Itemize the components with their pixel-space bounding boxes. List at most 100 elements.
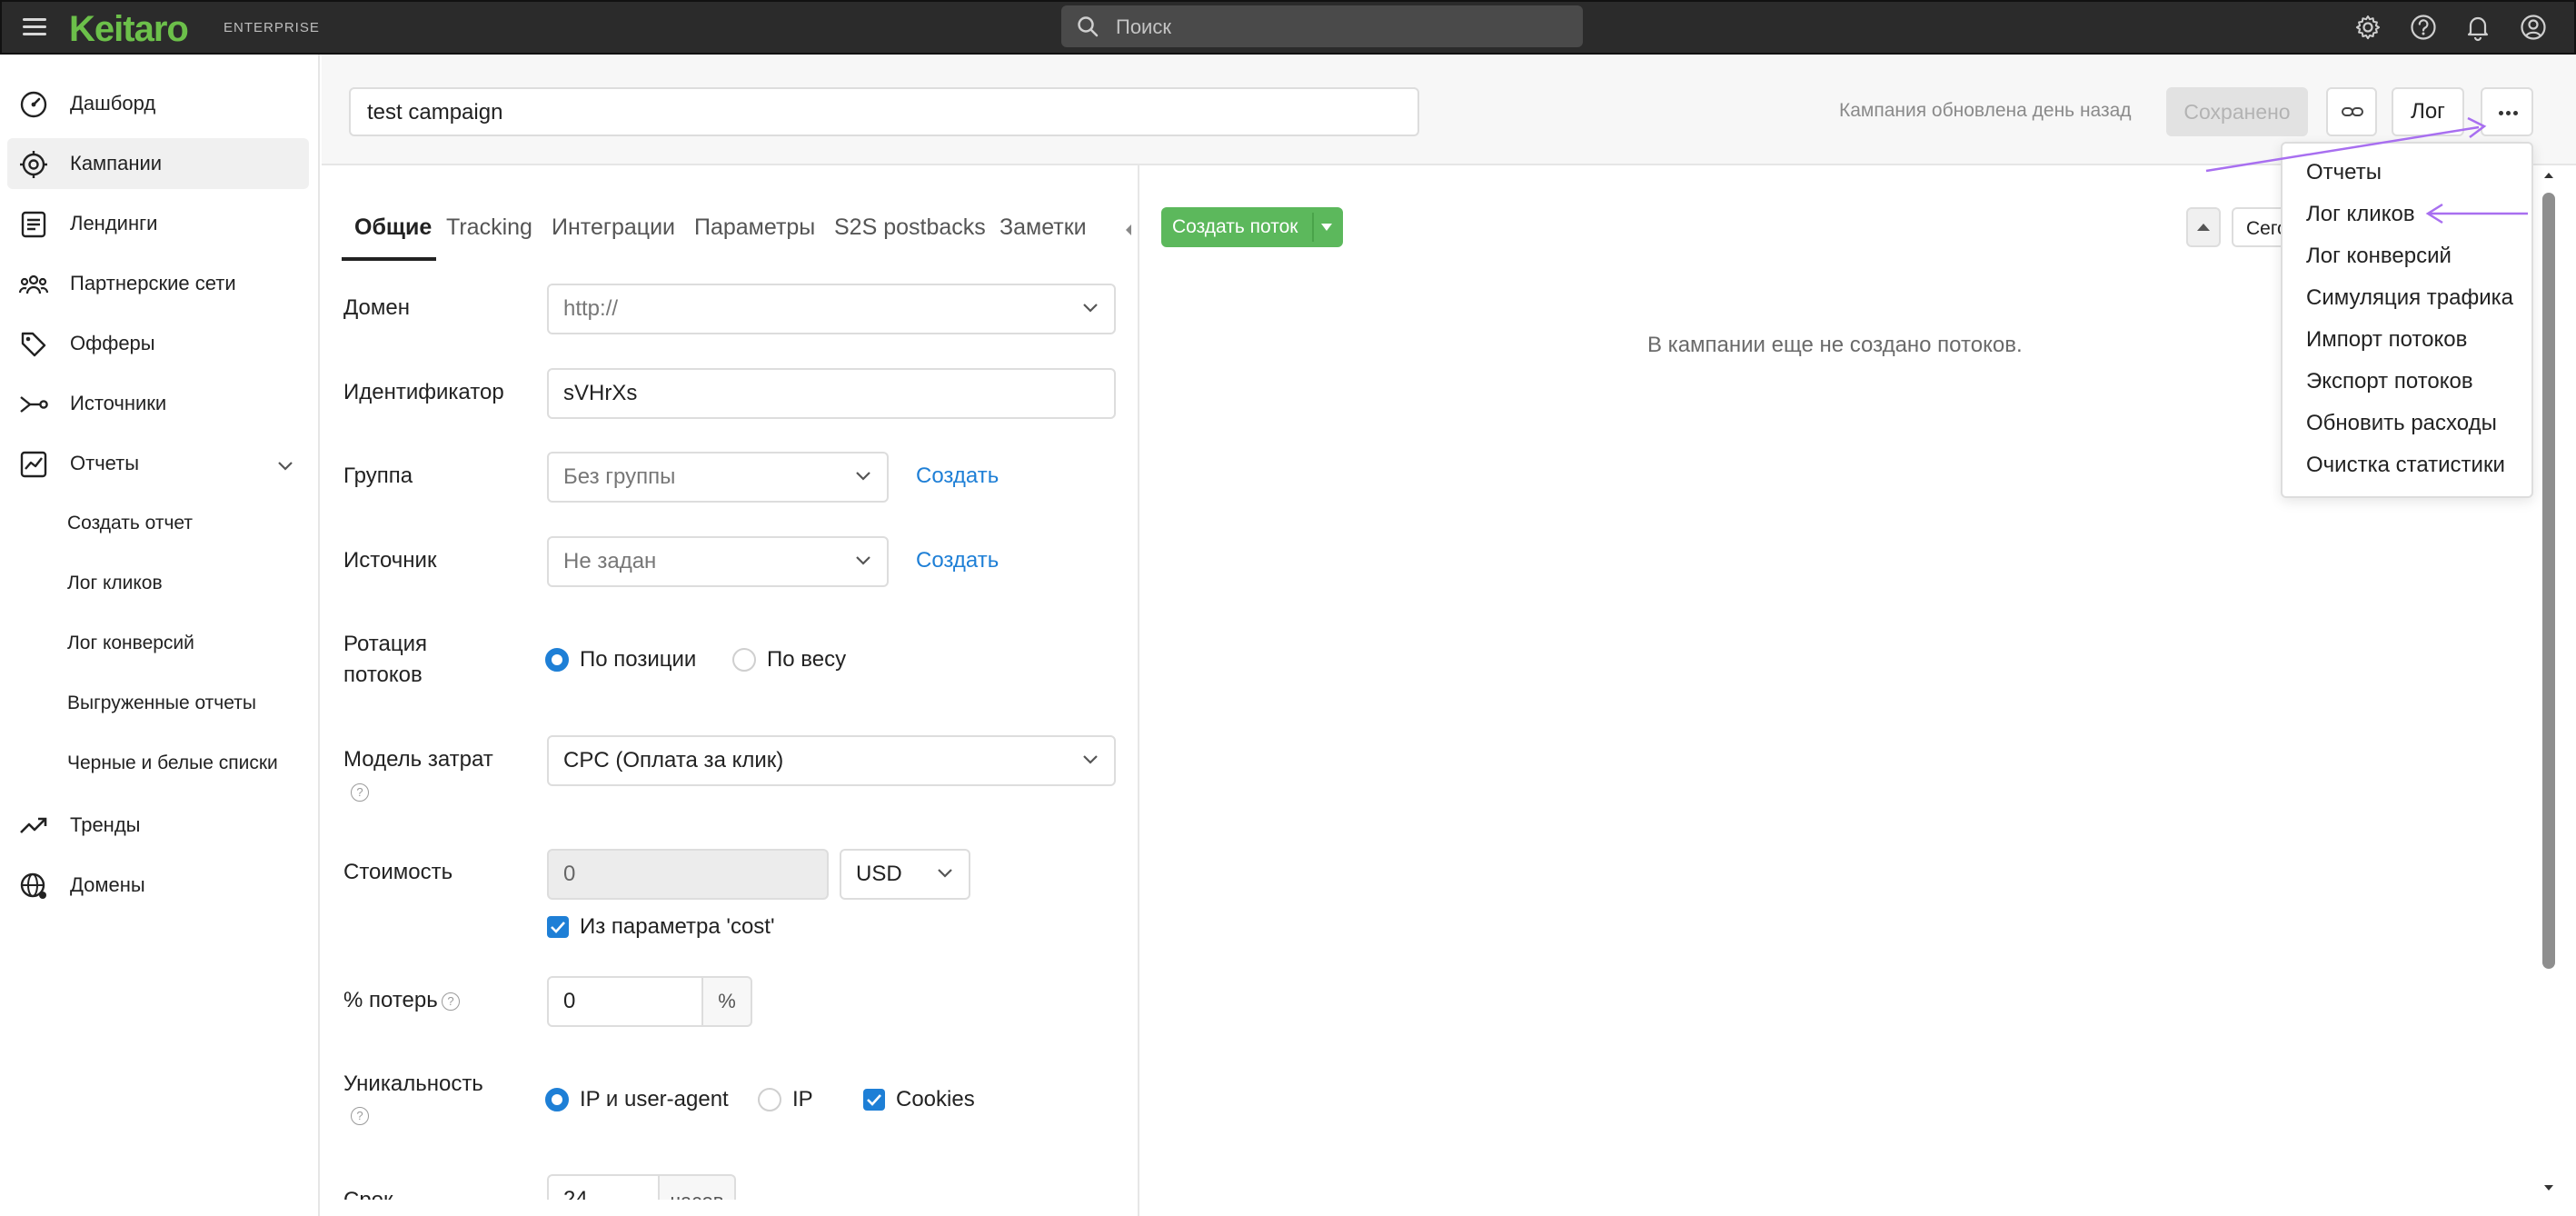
sidebar-subitem-click-log[interactable]: Лог кликов	[67, 573, 163, 594]
menu-item-traffic-simulation[interactable]: Симуляция трафика	[2306, 285, 2513, 311]
sidebar-item-landings[interactable]: Лендинги	[7, 198, 309, 249]
sidebar-item-trends[interactable]: Тренды	[7, 800, 309, 851]
copy-link-button[interactable]	[2326, 87, 2377, 136]
tab-tracking[interactable]: Tracking	[446, 214, 532, 241]
collapse-button[interactable]	[2186, 207, 2221, 247]
menu-item-conversion-log[interactable]: Лог конверсий	[2306, 244, 2452, 269]
cost-label: Стоимость	[343, 860, 453, 884]
cost-from-param-checkbox[interactable]	[547, 916, 569, 938]
menu-item-update-costs[interactable]: Обновить расходы	[2306, 411, 2497, 436]
partners-icon	[18, 274, 49, 294]
uniqueness-help-icon[interactable]: ?	[351, 1107, 369, 1125]
sidebar-item-campaigns[interactable]: Кампании	[7, 138, 309, 189]
sidebar-item-offers[interactable]: Офферы	[7, 318, 309, 369]
more-actions-button[interactable]	[2481, 87, 2533, 136]
help-icon[interactable]	[2409, 13, 2438, 42]
sidebar-item-label: Офферы	[70, 332, 155, 354]
sidebar-item-reports[interactable]: Отчеты	[7, 438, 309, 489]
link-icon	[2342, 107, 2363, 116]
sidebar-subitem-conversion-log[interactable]: Лог конверсий	[67, 633, 194, 654]
currency-select[interactable]: USD	[840, 849, 970, 900]
rotation-position-radio[interactable]	[545, 648, 569, 672]
search-icon	[1078, 16, 1099, 37]
uniqueness-ip-radio[interactable]	[758, 1088, 781, 1111]
chevron-down-icon	[1083, 304, 1098, 313]
settings-gear-icon[interactable]	[2353, 13, 2382, 42]
menu-item-clear-stats[interactable]: Очистка статистики	[2306, 453, 2505, 478]
term-input[interactable]: 24	[547, 1174, 660, 1200]
log-button[interactable]: Лог	[2392, 87, 2464, 136]
create-source-link[interactable]: Создать	[916, 548, 999, 573]
group-select[interactable]: Без группы	[547, 452, 889, 503]
source-select[interactable]: Не задан	[547, 536, 889, 587]
identifier-input[interactable]: sVHrXs	[547, 368, 1116, 419]
tab-s2s-postbacks[interactable]: S2S postbacks	[834, 214, 986, 241]
sidebar-item-label: Тренды	[70, 813, 141, 836]
term-unit-addon: часов	[660, 1174, 736, 1200]
menu-item-reports[interactable]: Отчеты	[2306, 160, 2382, 185]
caret-down-icon[interactable]	[1321, 224, 1332, 231]
menu-item-click-log[interactable]: Лог кликов	[2306, 202, 2415, 227]
uniqueness-ip-ua-radio[interactable]	[545, 1088, 569, 1111]
sidebar-item-dashboard[interactable]: Дашборд	[7, 78, 309, 129]
chevron-down-icon	[856, 472, 870, 481]
target-icon	[20, 151, 47, 178]
sidebar-subitem-black-white-lists[interactable]: Черные и белые списки	[67, 753, 278, 774]
more-actions-menu: Отчеты Лог кликов Лог конверсий Симуляци…	[2281, 142, 2533, 498]
menu-burger-icon[interactable]	[20, 13, 49, 42]
cost-input[interactable]: 0	[547, 849, 829, 900]
empty-flows-message: В кампании еще не создано потоков.	[1647, 333, 2023, 357]
top-bar: Keitaro ENTERPRISE Поиск	[0, 0, 2576, 55]
rotation-label: Ротация потоков	[343, 632, 427, 687]
saved-button[interactable]: Сохранено	[2166, 87, 2308, 136]
user-account-icon[interactable]	[2519, 13, 2548, 42]
scroll-up-icon[interactable]	[2542, 169, 2555, 182]
scroll-down-icon[interactable]	[2542, 1181, 2555, 1194]
loss-input[interactable]: 0	[547, 976, 703, 1027]
cost-model-label: Модель затрат	[343, 747, 493, 772]
sidebar-item-partner-networks[interactable]: Партнерские сети	[7, 258, 309, 309]
search-placeholder: Поиск	[1116, 15, 1171, 38]
tab-integrations[interactable]: Интеграции	[552, 214, 675, 241]
campaign-name-input[interactable]: test campaign	[349, 87, 1419, 136]
source-label: Источник	[343, 548, 437, 573]
chevron-down-icon	[856, 556, 870, 565]
tab-general[interactable]: Общие	[354, 214, 432, 241]
sidebar-item-domains[interactable]: Домены	[7, 860, 309, 911]
uniqueness-cookies-label: Cookies	[896, 1087, 975, 1111]
tabs-scroll-left-icon[interactable]	[1123, 224, 1134, 236]
uniqueness-ip-label: IP	[792, 1087, 813, 1111]
sidebar-item-label: Дашборд	[70, 92, 156, 115]
create-group-link[interactable]: Создать	[916, 463, 999, 489]
landing-icon	[21, 211, 46, 238]
search-input[interactable]: Поиск	[1061, 5, 1583, 47]
uniqueness-cookies-checkbox[interactable]	[863, 1089, 885, 1111]
trend-icon	[20, 817, 47, 833]
term-label: Срок	[343, 1185, 393, 1200]
create-flow-button[interactable]: Создать поток	[1161, 207, 1343, 247]
scrollbar-thumb[interactable]	[2542, 193, 2555, 969]
caret-up-icon	[2197, 224, 2210, 231]
sidebar-item-label: Кампании	[70, 152, 163, 174]
date-range-button[interactable]: Сегодня	[2232, 207, 2286, 247]
group-label: Группа	[343, 463, 413, 488]
sidebar-subitem-create-report[interactable]: Создать отчет	[67, 513, 193, 534]
logo[interactable]: Keitaro	[69, 9, 189, 50]
tab-parameters[interactable]: Параметры	[694, 214, 815, 241]
menu-item-import-flows[interactable]: Импорт потоков	[2306, 327, 2467, 353]
notifications-bell-icon[interactable]	[2463, 13, 2492, 42]
uniqueness-label: Уникальность	[343, 1071, 483, 1096]
domain-select[interactable]: http://	[547, 284, 1116, 334]
domain-value: http://	[563, 296, 619, 321]
active-tab-indicator	[342, 257, 436, 261]
menu-item-export-flows[interactable]: Экспорт потоков	[2306, 369, 2473, 394]
cost-model-select[interactable]: CPC (Оплата за клик)	[547, 735, 1116, 786]
cost-model-help-icon[interactable]: ?	[351, 783, 369, 802]
chevron-down-icon[interactable]	[274, 454, 296, 476]
sidebar-subitem-exported-reports[interactable]: Выгруженные отчеты	[67, 693, 256, 714]
sidebar-item-sources[interactable]: Источники	[7, 378, 309, 429]
loss-help-icon[interactable]: ?	[442, 992, 460, 1011]
tab-notes[interactable]: Заметки	[1000, 214, 1087, 241]
rotation-weight-radio[interactable]	[732, 648, 756, 672]
chevron-down-icon	[938, 869, 952, 878]
